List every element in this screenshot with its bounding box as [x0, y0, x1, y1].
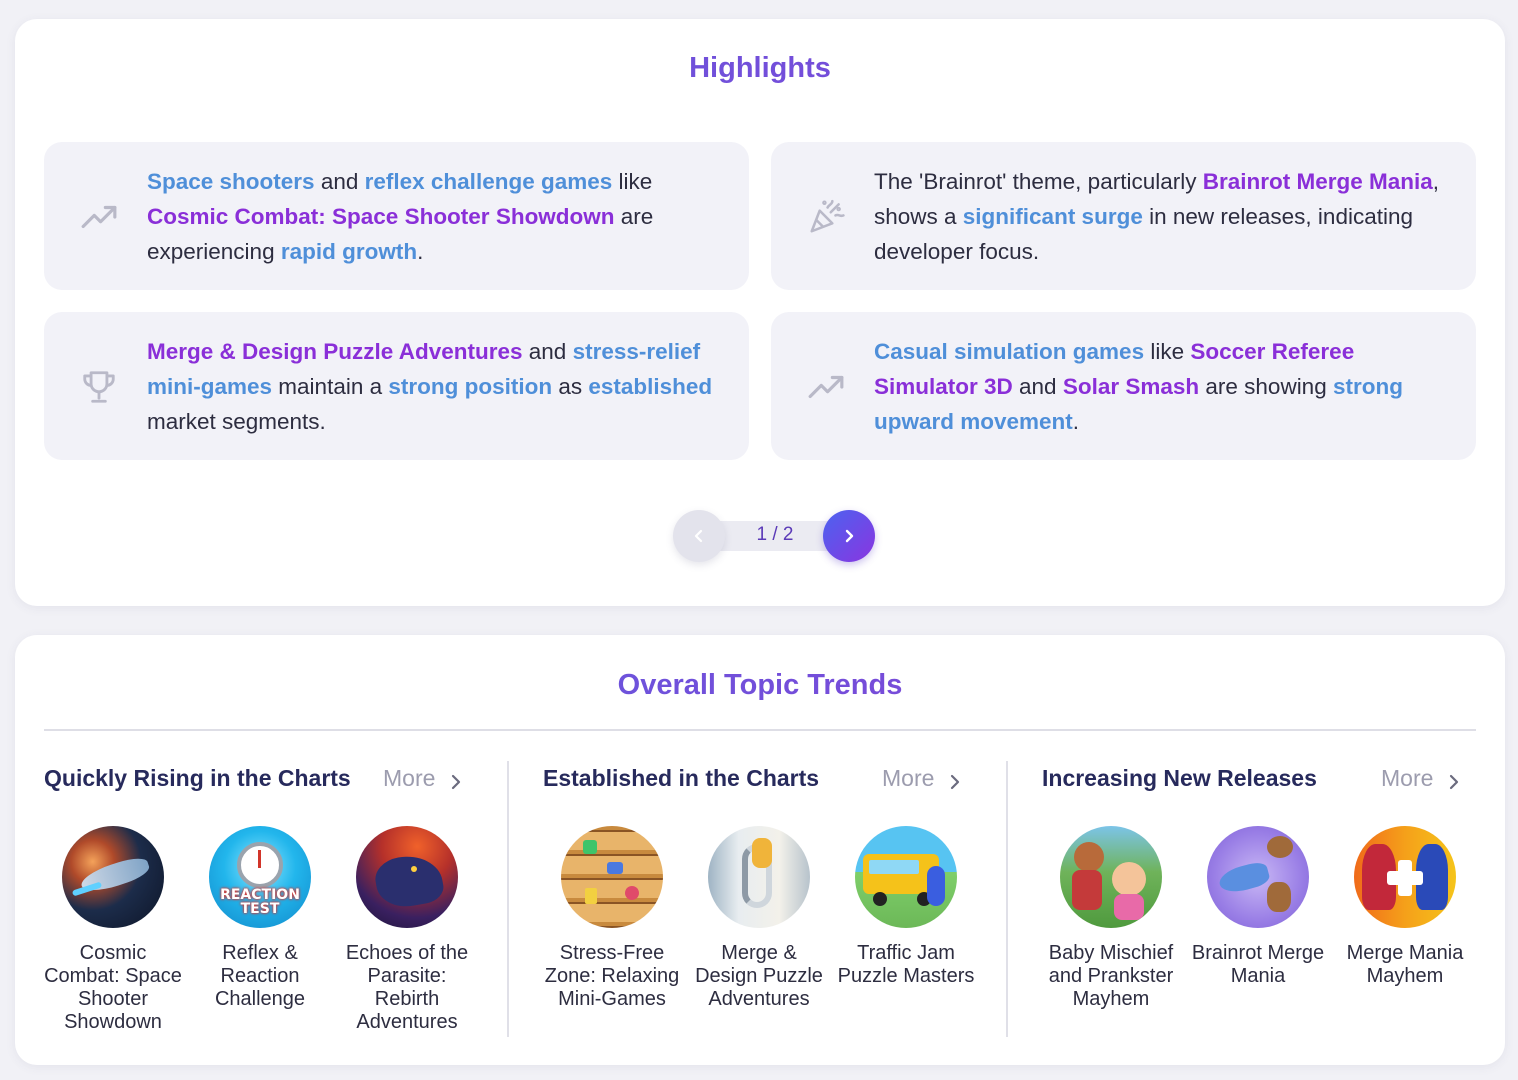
more-label: More	[1381, 765, 1434, 791]
game-thumbnail	[1060, 826, 1162, 928]
game-name: Echoes of the Parasite: Rebirth Adventur…	[345, 942, 469, 1033]
game-item[interactable]: Merge & Design Puzzle Adventures	[689, 826, 829, 1011]
highlight-keyword: established	[588, 374, 713, 399]
highlight-keyword: reflex challenge games	[364, 169, 613, 194]
more-label: More	[882, 765, 935, 791]
trending-up-icon	[80, 198, 118, 236]
party-popper-icon	[807, 198, 845, 236]
more-label: More	[383, 765, 436, 791]
game-item[interactable]: Cosmic Combat: Space Shooter Showdown	[43, 826, 183, 1034]
highlight-text-run: .	[1072, 409, 1080, 434]
highlight-game-name: Brainrot Merge Mania	[1202, 169, 1433, 194]
game-name: Baby Mischief and Prankster Mayhem	[1048, 942, 1174, 1010]
highlight-tile: Space shooters and reflex challenge game…	[44, 142, 749, 290]
game-name: Reflex & Reaction Challenge	[214, 942, 306, 1010]
highlights-pager: 1 / 2	[657, 510, 875, 562]
thumbnail-caption: REACTION TEST	[220, 887, 300, 917]
game-thumbnail	[1354, 826, 1456, 928]
more-link[interactable]: More	[882, 765, 962, 792]
game-name: Merge Mania Mayhem	[1346, 942, 1464, 987]
section-divider	[44, 729, 1476, 731]
more-link[interactable]: More	[1381, 765, 1461, 792]
prev-page-button[interactable]	[673, 510, 725, 562]
trend-column-established: Established in the Charts More Stress-Fr…	[543, 763, 993, 1053]
highlights-card: Highlights Space shooters and reflex cha…	[15, 19, 1505, 606]
highlight-text-run: like	[1144, 339, 1191, 364]
game-thumbnail	[356, 826, 458, 928]
game-item[interactable]: Traffic Jam Puzzle Masters	[836, 826, 976, 988]
highlight-tile: Casual simulation games like Soccer Refe…	[771, 312, 1476, 460]
game-item[interactable]: Stress-Free Zone: Relaxing Mini-Games	[542, 826, 682, 1011]
chevron-left-icon	[691, 528, 707, 544]
highlight-keyword: significant surge	[962, 204, 1143, 229]
column-divider	[1006, 761, 1008, 1037]
highlight-text-run: and	[314, 169, 365, 194]
highlight-keyword: strong position	[388, 374, 553, 399]
highlight-text-run: and	[522, 339, 573, 364]
game-name: Merge & Design Puzzle Adventures	[695, 942, 823, 1010]
game-name: Stress-Free Zone: Relaxing Mini-Games	[544, 942, 680, 1010]
page-indicator: 1 / 2	[756, 524, 794, 545]
highlight-game-name: Merge & Design Puzzle Adventures	[147, 339, 523, 364]
highlight-text-run: and	[1012, 374, 1063, 399]
game-item[interactable]: REACTION TEST Reflex & Reaction Challeng…	[190, 826, 330, 1011]
highlight-game-name: Solar Smash	[1062, 374, 1200, 399]
highlight-text-run: The 'Brainrot' theme, particularly	[874, 169, 1203, 194]
game-thumbnail	[708, 826, 810, 928]
more-link[interactable]: More	[383, 765, 463, 792]
game-thumbnail: REACTION TEST	[209, 826, 311, 928]
highlight-text: Merge & Design Puzzle Adventures and str…	[147, 334, 727, 439]
column-title: Increasing New Releases	[1042, 765, 1317, 791]
game-name: Brainrot Merge Mania	[1191, 942, 1325, 987]
trend-column-rising: Quickly Rising in the Charts More Cosmic…	[44, 763, 494, 1053]
game-item[interactable]: Merge Mania Mayhem	[1335, 826, 1475, 988]
topic-trends-title: Overall Topic Trends	[15, 669, 1505, 702]
highlight-text: Space shooters and reflex challenge game…	[147, 164, 727, 269]
highlight-text-run: are showing	[1199, 374, 1333, 399]
highlight-game-name: Cosmic Combat: Space Shooter Showdown	[147, 204, 615, 229]
game-item[interactable]: Baby Mischief and Prankster Mayhem	[1041, 826, 1181, 1011]
highlight-text-run: as	[552, 374, 589, 399]
game-item[interactable]: Brainrot Merge Mania	[1188, 826, 1328, 988]
highlight-text: The 'Brainrot' theme, particularly Brain…	[874, 164, 1454, 269]
highlight-text-run: maintain a	[272, 374, 389, 399]
highlight-text-run: .	[417, 239, 424, 264]
trophy-icon	[80, 368, 118, 406]
topic-trends-card: Overall Topic Trends Quickly Rising in t…	[15, 635, 1505, 1065]
highlight-keyword: Space shooters	[147, 169, 315, 194]
highlights-title: Highlights	[15, 52, 1505, 85]
trend-column-new-releases: Increasing New Releases More Baby Mischi…	[1042, 763, 1492, 1053]
highlight-text-run: market segments.	[147, 409, 326, 434]
game-name: Cosmic Combat: Space Shooter Showdown	[44, 942, 182, 1033]
chevron-right-icon	[1447, 770, 1461, 789]
game-thumbnail	[1207, 826, 1309, 928]
game-thumbnail	[62, 826, 164, 928]
highlight-keyword: rapid growth	[280, 239, 418, 264]
chevron-right-icon	[948, 770, 962, 789]
column-divider	[507, 761, 509, 1037]
game-item[interactable]: Echoes of the Parasite: Rebirth Adventur…	[337, 826, 477, 1034]
highlight-keyword: Casual simulation games	[874, 339, 1145, 364]
next-page-button[interactable]	[823, 510, 875, 562]
highlight-tile: The 'Brainrot' theme, particularly Brain…	[771, 142, 1476, 290]
column-title: Established in the Charts	[543, 765, 820, 791]
trending-up-icon	[807, 368, 845, 406]
highlight-text: Casual simulation games like Soccer Refe…	[874, 334, 1454, 439]
game-name: Traffic Jam Puzzle Masters	[837, 942, 975, 987]
chevron-right-icon	[841, 528, 857, 544]
game-thumbnail	[561, 826, 663, 928]
highlight-tile: Merge & Design Puzzle Adventures and str…	[44, 312, 749, 460]
game-thumbnail	[855, 826, 957, 928]
highlight-text-run: like	[612, 169, 653, 194]
chevron-right-icon	[449, 770, 463, 789]
column-title: Quickly Rising in the Charts	[44, 765, 351, 791]
